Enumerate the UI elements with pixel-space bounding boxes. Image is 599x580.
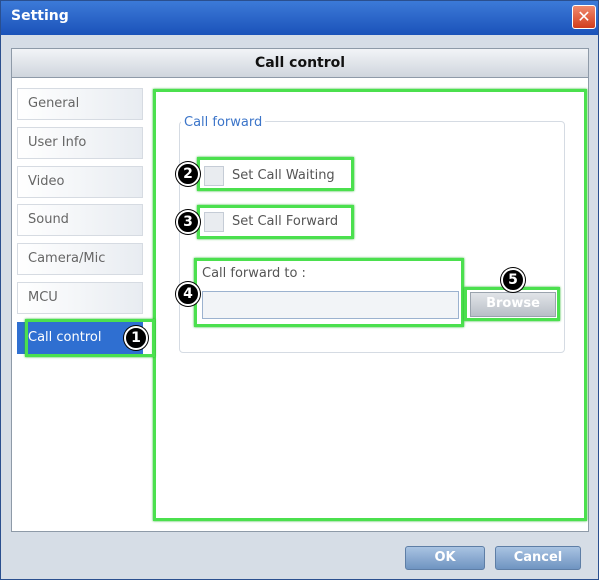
close-icon: ✕: [577, 7, 591, 26]
section-title: Call control: [254, 55, 346, 71]
title-bar[interactable]: Setting ✕: [1, 1, 598, 35]
annotation-highlight-browse: [464, 287, 560, 321]
annotation-badge-3: 3: [176, 210, 200, 234]
ok-button[interactable]: OK: [405, 546, 485, 570]
annotation-highlight-forward-to: [194, 258, 464, 327]
annotation-badge-2: 2: [176, 162, 200, 186]
cancel-button[interactable]: Cancel: [495, 546, 581, 570]
settings-window: Setting ✕ Call control General User Info…: [0, 0, 599, 580]
sidebar-item-camera-mic[interactable]: Camera/Mic: [17, 243, 143, 275]
annotation-highlight-call-waiting: [197, 157, 354, 191]
sidebar-item-general[interactable]: General: [17, 88, 143, 120]
section-header: Call control: [11, 48, 589, 78]
annotation-badge-1: 1: [124, 326, 148, 350]
close-button[interactable]: ✕: [572, 5, 596, 29]
sidebar-item-mcu[interactable]: MCU: [17, 282, 143, 314]
annotation-badge-4: 4: [176, 282, 200, 306]
sidebar-item-video[interactable]: Video: [17, 166, 143, 198]
annotation-highlight-call-forward: [197, 205, 354, 239]
window-title: Setting: [11, 8, 69, 24]
sidebar-item-sound[interactable]: Sound: [17, 204, 143, 236]
annotation-badge-5: 5: [501, 268, 525, 292]
sidebar-item-user-info[interactable]: User Info: [17, 127, 143, 159]
